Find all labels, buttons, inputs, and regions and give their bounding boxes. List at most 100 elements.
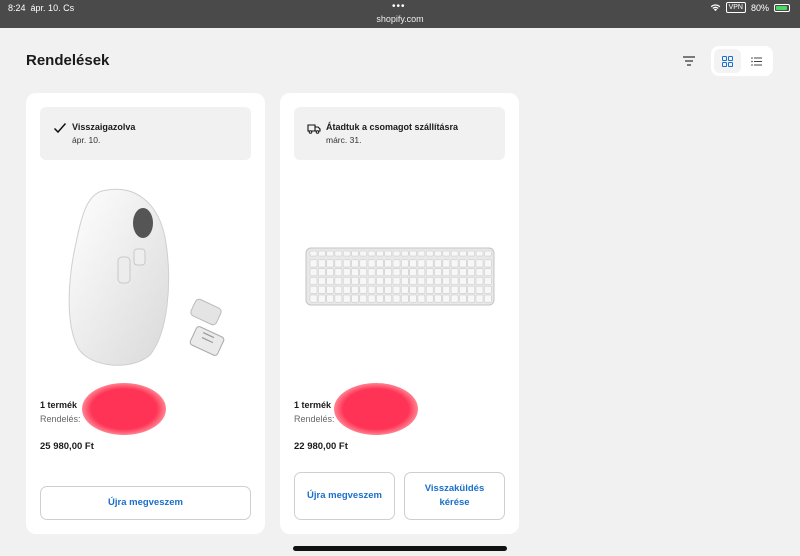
item-count: 1 termék bbox=[294, 400, 332, 410]
keyboard-key bbox=[401, 259, 409, 268]
keyboard-key bbox=[434, 277, 442, 285]
keyboard-key bbox=[318, 268, 326, 277]
keyboard-key bbox=[484, 286, 492, 294]
return-request-button[interactable]: Visszaküldés kérése bbox=[404, 472, 505, 520]
keyboard-key bbox=[376, 286, 384, 294]
order-number-label: Rendelés: bbox=[40, 414, 81, 424]
keyboard-key bbox=[334, 268, 343, 277]
keyboard-key bbox=[450, 294, 459, 303]
keyboard-key bbox=[475, 277, 484, 285]
keyboard-key bbox=[351, 277, 359, 285]
home-indicator[interactable] bbox=[293, 546, 507, 551]
keyboard-key bbox=[351, 250, 359, 257]
keyboard-key bbox=[475, 294, 484, 303]
grid-view-button[interactable] bbox=[714, 49, 741, 73]
keyboard-key bbox=[376, 268, 384, 277]
keyboard-key bbox=[467, 294, 475, 303]
keyboard-key bbox=[484, 268, 492, 277]
keyboard-key bbox=[367, 250, 376, 257]
keyboard-key bbox=[417, 286, 426, 294]
delivery-truck-icon bbox=[307, 124, 321, 134]
keyboard-key bbox=[409, 250, 417, 257]
keyboard-key bbox=[351, 268, 359, 277]
keyboard-key bbox=[367, 277, 376, 285]
status-date: márc. 31. bbox=[326, 135, 362, 145]
keyboard-key bbox=[417, 268, 426, 277]
keyboard-key bbox=[318, 259, 326, 268]
keyboard-key bbox=[417, 277, 426, 285]
keyboard-key bbox=[442, 286, 451, 294]
filter-button[interactable] bbox=[676, 50, 702, 72]
status-title: Átadtuk a csomagot szállításra bbox=[326, 122, 459, 132]
keyboard-key bbox=[334, 277, 343, 285]
keyboard-key bbox=[334, 286, 343, 294]
keyboard-key bbox=[359, 268, 368, 277]
more-dots-icon[interactable]: ••• bbox=[392, 1, 406, 12]
keyboard-key bbox=[425, 294, 434, 303]
keyboard-key bbox=[376, 259, 384, 268]
keyboard-key bbox=[359, 294, 368, 303]
keyboard-key bbox=[442, 294, 451, 303]
keyboard-key bbox=[334, 294, 343, 303]
order-card[interactable]: Visszaigazolva ápr. 10. 1 termék Rendelé… bbox=[26, 93, 265, 534]
keyboard-key bbox=[459, 286, 467, 294]
keyboard-key bbox=[459, 294, 467, 303]
keyboard-key bbox=[343, 250, 351, 257]
status-bar: 8:24 ápr. 10. Cs ••• shopify.com VPN 80% bbox=[0, 0, 800, 28]
keyboard-key bbox=[417, 259, 426, 268]
checkmark-icon bbox=[53, 123, 67, 134]
keyboard-key bbox=[376, 250, 384, 257]
keyboard-key bbox=[401, 294, 409, 303]
order-card[interactable]: Átadtuk a csomagot szállításra márc. 31.… bbox=[280, 93, 519, 534]
redaction-mark bbox=[334, 383, 418, 435]
keyboard-key bbox=[326, 259, 334, 268]
keyboard-key bbox=[450, 259, 459, 268]
keyboard-key bbox=[392, 268, 401, 277]
order-status: Visszaigazolva ápr. 10. bbox=[40, 107, 251, 160]
keyboard-key bbox=[367, 294, 376, 303]
keyboard-key bbox=[467, 286, 475, 294]
rebuy-button[interactable]: Újra megveszem bbox=[40, 486, 251, 520]
keyboard-key bbox=[343, 294, 351, 303]
keyboard-key bbox=[442, 277, 451, 285]
keyboard-key bbox=[384, 250, 392, 257]
keyboard-key bbox=[309, 259, 318, 268]
keyboard-key bbox=[384, 294, 392, 303]
list-view-button[interactable] bbox=[743, 49, 770, 73]
keyboard-key bbox=[334, 259, 343, 268]
url-bar[interactable]: shopify.com bbox=[0, 14, 800, 24]
keyboard-key bbox=[367, 268, 376, 277]
keyboard-key bbox=[351, 294, 359, 303]
keyboard-key bbox=[475, 286, 484, 294]
status-indicators: VPN 80% bbox=[710, 2, 790, 13]
keyboard-key bbox=[367, 259, 376, 268]
keyboard-key bbox=[318, 286, 326, 294]
keyboard-key bbox=[384, 259, 392, 268]
keyboard-key bbox=[434, 250, 442, 257]
keyboard-key bbox=[484, 294, 492, 303]
keyboard-key bbox=[351, 259, 359, 268]
keyboard-key bbox=[434, 286, 442, 294]
keyboard-key bbox=[326, 250, 334, 257]
keyboard-key bbox=[384, 268, 392, 277]
keyboard-key bbox=[450, 286, 459, 294]
keyboard-key bbox=[384, 286, 392, 294]
keyboard-key bbox=[309, 268, 318, 277]
keyboard-key bbox=[475, 259, 484, 268]
keyboard-key bbox=[309, 277, 318, 285]
keyboard-key bbox=[359, 286, 368, 294]
keyboard-key bbox=[434, 268, 442, 277]
page-title: Rendelések bbox=[26, 52, 110, 69]
keyboard-key bbox=[409, 294, 417, 303]
keyboard-key bbox=[442, 250, 451, 257]
keyboard-key bbox=[401, 277, 409, 285]
order-price: 25 980,00 Ft bbox=[40, 441, 94, 452]
keyboard-key bbox=[409, 268, 417, 277]
keyboard-key bbox=[326, 268, 334, 277]
keyboard-key bbox=[318, 277, 326, 285]
keyboard-key bbox=[318, 294, 326, 303]
rebuy-button[interactable]: Újra megveszem bbox=[294, 472, 395, 520]
keyboard-key bbox=[409, 277, 417, 285]
keyboard-key bbox=[309, 294, 318, 303]
keyboard-key bbox=[401, 286, 409, 294]
